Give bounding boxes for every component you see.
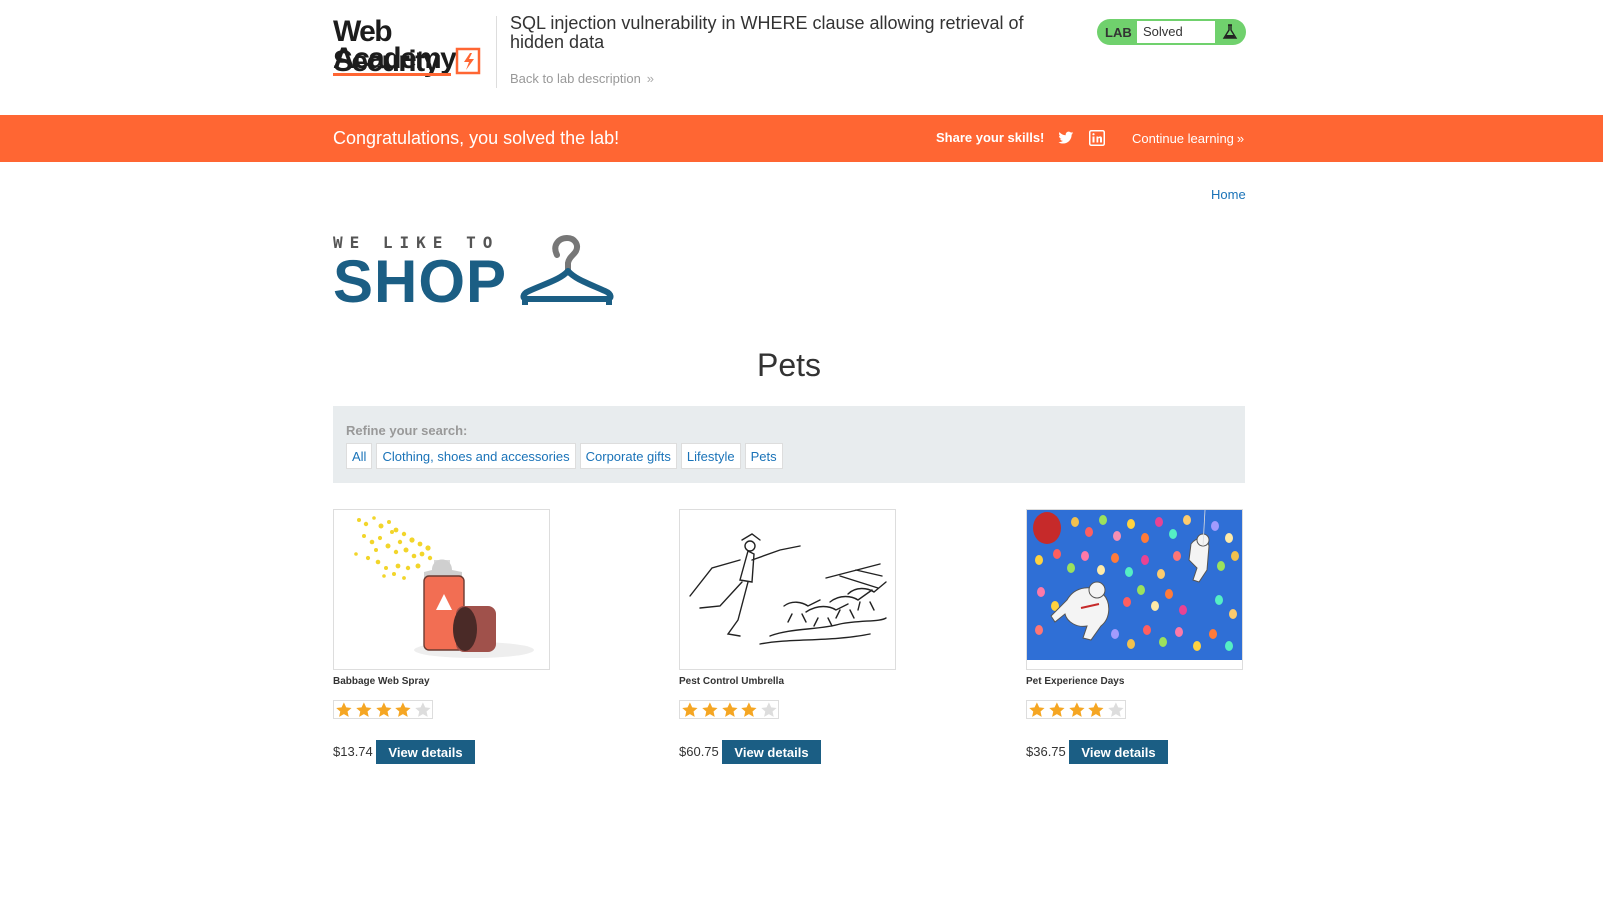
product-grid: Babbage Web Spray $13.74 View details Pe… bbox=[333, 509, 1245, 769]
star-filled-icon bbox=[741, 701, 757, 717]
share-label: Share your skills! bbox=[936, 130, 1045, 145]
continue-learning-label: Continue learning bbox=[1132, 131, 1234, 146]
lab-title: SQL injection vulnerability in WHERE cla… bbox=[510, 13, 1024, 52]
filter-lifestyle[interactable]: Lifestyle bbox=[680, 443, 741, 469]
product-name: Pet Experience Days bbox=[1026, 676, 1125, 687]
view-details-button[interactable]: View details bbox=[1069, 740, 1168, 764]
spray-can-image bbox=[354, 516, 534, 658]
product-card: Pet Experience Days $36.75 View details bbox=[1026, 509, 1246, 769]
shop-word: SHOP bbox=[333, 248, 508, 315]
star-filled-icon bbox=[1068, 701, 1085, 717]
home-link[interactable]: Home bbox=[1211, 187, 1246, 202]
balloons-dogs-image bbox=[1027, 510, 1242, 660]
product-name: Babbage Web Spray bbox=[333, 676, 430, 687]
solved-message: Congratulations, you solved the lab! bbox=[333, 128, 620, 148]
product-price: $13.74 bbox=[333, 744, 373, 759]
star-filled-icon bbox=[336, 701, 352, 717]
lab-status-widget: LAB Solved bbox=[1097, 19, 1246, 45]
star-filled-icon bbox=[721, 701, 738, 717]
continue-learning-link[interactable]: Continue learning» bbox=[1132, 131, 1244, 146]
view-details-button[interactable]: View details bbox=[376, 740, 475, 764]
linkedin-icon[interactable] bbox=[1089, 130, 1105, 146]
hanger-icon bbox=[520, 234, 614, 305]
flask-icon bbox=[1222, 24, 1238, 39]
logo-line-2: Academy bbox=[333, 42, 457, 75]
lab-header: Web Security Academy SQL injection vulne… bbox=[0, 0, 1603, 115]
logo-bolt-icon bbox=[455, 47, 481, 75]
page-title: Pets bbox=[756, 347, 822, 383]
web-security-academy-logo[interactable]: Web Security Academy bbox=[333, 17, 493, 77]
chevron-right-icon: » bbox=[1236, 131, 1245, 146]
product-image-umbrella[interactable] bbox=[679, 509, 896, 670]
product-name: Pest Control Umbrella bbox=[679, 676, 785, 687]
star-filled-icon bbox=[1049, 701, 1065, 717]
twitter-icon[interactable] bbox=[1058, 130, 1074, 146]
star-empty-icon bbox=[761, 701, 777, 717]
star-empty-icon bbox=[1108, 701, 1124, 717]
logo-underline bbox=[333, 73, 451, 76]
star-filled-icon bbox=[356, 701, 372, 717]
product-price: $60.75 bbox=[679, 744, 719, 759]
filter-corporate-gifts[interactable]: Corporate gifts bbox=[579, 443, 677, 469]
solved-banner: Congratulations, you solved the lab! Sha… bbox=[0, 115, 1603, 162]
product-rating bbox=[333, 700, 433, 719]
product-card: Pest Control Umbrella $60.75 View detail… bbox=[679, 509, 899, 769]
star-filled-icon bbox=[375, 701, 392, 717]
star-filled-icon bbox=[1029, 701, 1045, 717]
search-filters: Refine your search: All Clothing, shoes … bbox=[333, 406, 1245, 483]
filter-clothing[interactable]: Clothing, shoes and accessories bbox=[376, 443, 576, 469]
view-details-button[interactable]: View details bbox=[722, 740, 821, 764]
header-divider bbox=[496, 16, 497, 88]
lab-label: LAB bbox=[1105, 25, 1132, 40]
star-filled-icon bbox=[1088, 701, 1104, 717]
star-filled-icon bbox=[702, 701, 718, 717]
shop-logo: WE LIKE TO SHOP bbox=[333, 233, 618, 313]
product-rating bbox=[1026, 700, 1126, 719]
filter-list: All Clothing, shoes and accessories Corp… bbox=[346, 443, 783, 469]
product-card: Babbage Web Spray $13.74 View details bbox=[333, 509, 553, 769]
star-empty-icon bbox=[415, 701, 431, 717]
star-filled-icon bbox=[395, 701, 411, 717]
filter-title: Refine your search: bbox=[346, 423, 468, 438]
filter-pets[interactable]: Pets bbox=[744, 443, 783, 469]
product-rating bbox=[679, 700, 779, 719]
back-link-label: Back to lab description bbox=[510, 71, 641, 86]
product-image-experience-days[interactable] bbox=[1026, 509, 1243, 670]
back-to-lab-description-link[interactable]: Back to lab description » bbox=[510, 71, 654, 86]
umbrella-sketch-image bbox=[689, 533, 887, 645]
chevron-right-icon: » bbox=[646, 71, 655, 86]
star-filled-icon bbox=[682, 701, 698, 717]
filter-all[interactable]: All bbox=[346, 443, 373, 469]
product-image-spray[interactable] bbox=[333, 509, 550, 670]
product-price: $36.75 bbox=[1026, 744, 1066, 759]
lab-status-text: Solved bbox=[1137, 21, 1215, 43]
